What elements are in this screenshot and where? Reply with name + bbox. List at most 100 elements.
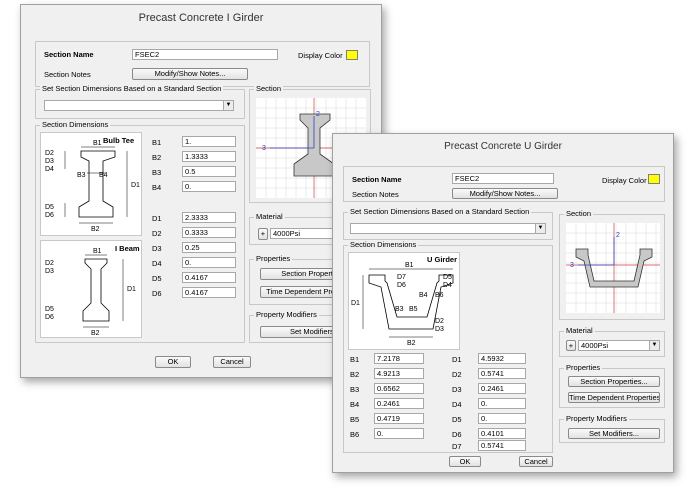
field-input-D5[interactable]: 0.: [478, 413, 526, 424]
i-beam-diagram[interactable]: I Beam B1 D2 D3 D1 D5 D6 B2: [40, 240, 142, 338]
bulb-label-D5: D5: [45, 204, 54, 211]
display-color-swatch[interactable]: [346, 50, 358, 60]
field-input-D4[interactable]: 0.: [478, 398, 526, 409]
bulb-label-B2: B2: [91, 226, 100, 233]
properties-title: Properties: [564, 363, 603, 372]
ugirder-label-B6: B6: [435, 292, 444, 299]
section-preview-plot: 2 3: [566, 223, 660, 313]
cancel-button[interactable]: Cancel: [519, 456, 553, 467]
u-girder-dialog: Precast Concrete U Girder Section Name F…: [332, 133, 674, 473]
property-modifiers-title: Property Modifiers: [564, 414, 629, 423]
display-color-label: Display Color: [602, 176, 647, 185]
section-properties-button[interactable]: Section Properties...: [568, 376, 660, 387]
field-input-D4[interactable]: 0.: [182, 257, 236, 268]
bulb-tee-diagram[interactable]: Bulb Tee B1 D2 D3 D4 B3 B4 D1 D5 D6 B2: [40, 132, 142, 236]
property-modifiers-group: Property Modifiers Set Modifiers...: [559, 414, 665, 443]
field-input-D7[interactable]: 0.5741: [478, 440, 526, 451]
field-input-D1[interactable]: 4.5932: [478, 353, 526, 364]
standard-section-group: Set Section Dimensions Based on a Standa…: [35, 84, 245, 119]
bulb-label-D1: D1: [131, 182, 140, 189]
material-add-button[interactable]: +: [566, 340, 576, 351]
modify-notes-button[interactable]: Modify/Show Notes...: [452, 188, 558, 199]
field-input-B1[interactable]: 7.2178: [374, 353, 424, 364]
ibeam-label-D5: D5: [45, 306, 54, 313]
field-input-B3[interactable]: 0.5: [182, 166, 236, 177]
field-label-B1: B1: [350, 355, 360, 364]
field-label-B2: B2: [152, 153, 162, 162]
bulb-label-B1: B1: [93, 140, 102, 147]
field-label-D5: D5: [152, 274, 162, 283]
section-preview-title: Section: [564, 209, 594, 218]
ugirder-label-D3: D3: [435, 326, 444, 333]
field-label-B4: B4: [350, 400, 360, 409]
chevron-down-icon[interactable]: ▼: [223, 101, 233, 110]
field-input-D2[interactable]: 0.3333: [182, 227, 236, 238]
display-color-swatch[interactable]: [648, 174, 660, 184]
field-label-D5: D5: [452, 415, 462, 424]
field-label-D4: D4: [152, 259, 162, 268]
field-label-D6: D6: [452, 430, 462, 439]
u-girder-diagram[interactable]: U Girder B1 D7 D6 D5 D4 B4 B6 D1 B3 B5 D…: [348, 252, 460, 350]
modify-notes-button[interactable]: Modify/Show Notes...: [132, 68, 248, 80]
field-input-D1[interactable]: 2.3333: [182, 212, 236, 223]
field-input-D6[interactable]: 0.4167: [182, 287, 236, 298]
ibeam-label-D2: D2: [45, 260, 54, 267]
field-input-B1[interactable]: 1.: [182, 136, 236, 147]
ugirder-label-D5: D5: [443, 274, 452, 281]
ugirder-label-B3: B3: [395, 306, 404, 313]
material-value: 4000Psi: [273, 229, 301, 238]
time-dependent-button[interactable]: Time Dependent Properties...: [568, 392, 660, 403]
field-input-B2[interactable]: 1.3333: [182, 151, 236, 162]
field-input-D6[interactable]: 0.4101: [478, 428, 526, 439]
section-dimensions-title: Section Dimensions: [348, 240, 419, 249]
section-name-input[interactable]: FSEC2: [132, 49, 278, 60]
section-name-label: Section Name: [352, 175, 402, 184]
ok-button[interactable]: OK: [449, 456, 481, 467]
bulb-label-D3: D3: [45, 158, 54, 165]
ugirder-label-B1: B1: [405, 262, 414, 269]
ugirder-label-D4: D4: [443, 282, 452, 289]
field-input-D2[interactable]: 0.5741: [478, 368, 526, 379]
field-input-B6[interactable]: 0.: [374, 428, 424, 439]
chevron-down-icon[interactable]: ▼: [535, 224, 545, 233]
standard-section-title: Set Section Dimensions Based on a Standa…: [40, 84, 224, 93]
field-input-D3[interactable]: 0.25: [182, 242, 236, 253]
section-preview-title: Section: [254, 84, 284, 93]
field-label-B5: B5: [350, 415, 360, 424]
axis-3-label: 3: [262, 145, 266, 152]
section-dimensions-group: Section Dimensions Bulb Tee B1 D2 D3 D4 …: [35, 120, 245, 343]
field-input-B3[interactable]: 0.6562: [374, 383, 424, 394]
material-select[interactable]: 4000Psi ▼: [578, 340, 660, 351]
field-input-D5[interactable]: 0.4167: [182, 272, 236, 283]
section-dimensions-title: Section Dimensions: [40, 120, 111, 129]
standard-section-title: Set Section Dimensions Based on a Standa…: [348, 207, 532, 216]
ibeam-label-D3: D3: [45, 268, 54, 275]
standard-section-group: Set Section Dimensions Based on a Standa…: [343, 207, 553, 240]
ok-button[interactable]: OK: [155, 356, 191, 368]
ibeam-label-D6: D6: [45, 314, 54, 321]
field-label-D3: D3: [452, 385, 462, 394]
field-input-B4[interactable]: 0.: [182, 181, 236, 192]
cancel-button[interactable]: Cancel: [213, 356, 251, 368]
material-add-button[interactable]: +: [258, 228, 268, 240]
standard-section-select[interactable]: ▼: [350, 223, 546, 234]
field-label-D3: D3: [152, 244, 162, 253]
ibeam-label-D1: D1: [127, 286, 136, 293]
field-label-B3: B3: [152, 168, 162, 177]
axis-3-label: 3: [570, 262, 574, 269]
section-name-input[interactable]: FSEC2: [452, 173, 554, 184]
ibeam-label-B1: B1: [93, 248, 102, 255]
field-label-D1: D1: [452, 355, 462, 364]
field-input-B5[interactable]: 0.4719: [374, 413, 424, 424]
field-input-D3[interactable]: 0.2461: [478, 383, 526, 394]
property-modifiers-title: Property Modifiers: [254, 310, 319, 319]
field-input-B2[interactable]: 4.9213: [374, 368, 424, 379]
field-input-B4[interactable]: 0.2461: [374, 398, 424, 409]
chevron-down-icon[interactable]: ▼: [649, 341, 659, 350]
set-modifiers-button[interactable]: Set Modifiers...: [568, 428, 660, 439]
section-name-label: Section Name: [44, 50, 94, 59]
standard-section-select[interactable]: ▼: [44, 100, 234, 111]
material-group: Material + 4000Psi ▼: [559, 326, 665, 357]
section-preview-group: Section 2 3: [559, 209, 665, 320]
field-label-B1: B1: [152, 138, 162, 147]
